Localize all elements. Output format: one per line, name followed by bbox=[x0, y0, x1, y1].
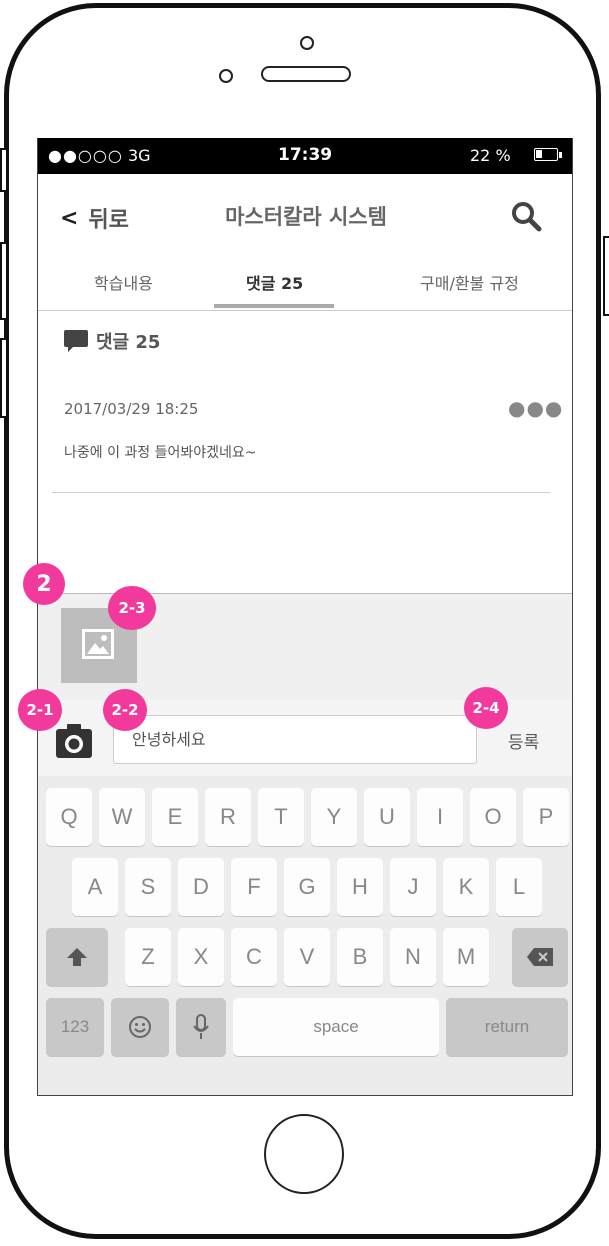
key-i[interactable]: I bbox=[417, 788, 463, 846]
front-camera bbox=[300, 36, 314, 50]
side-button-volume-down bbox=[0, 338, 8, 418]
key-v[interactable]: V bbox=[284, 928, 330, 986]
key-j[interactable]: J bbox=[390, 858, 436, 916]
key-c[interactable]: C bbox=[231, 928, 277, 986]
key-k[interactable]: K bbox=[443, 858, 489, 916]
key-n[interactable]: N bbox=[390, 928, 436, 986]
signal-strength: ●●○○○ bbox=[48, 146, 123, 165]
key-o[interactable]: O bbox=[470, 788, 516, 846]
backspace-icon bbox=[527, 948, 553, 966]
key-g[interactable]: G bbox=[284, 858, 330, 916]
key-y[interactable]: Y bbox=[311, 788, 357, 846]
key-f[interactable]: F bbox=[231, 858, 277, 916]
comment-input[interactable]: 안녕하세요 bbox=[113, 715, 477, 764]
emoji-icon bbox=[129, 1016, 151, 1038]
side-button-mute bbox=[0, 148, 8, 192]
key-u[interactable]: U bbox=[364, 788, 410, 846]
key-e[interactable]: E bbox=[152, 788, 198, 846]
key-d[interactable]: D bbox=[178, 858, 224, 916]
divider bbox=[52, 492, 550, 493]
key-p[interactable]: P bbox=[523, 788, 569, 846]
more-options-icon[interactable]: ●●● bbox=[508, 396, 563, 420]
search-icon[interactable] bbox=[510, 200, 544, 234]
network-type: 3G bbox=[128, 146, 151, 165]
nav-bar: < 뒤로 마스터칼라 시스템 bbox=[38, 174, 572, 256]
annotation-marker-2: 2 bbox=[23, 563, 65, 605]
page-title: 마스터칼라 시스템 bbox=[225, 205, 387, 229]
key-w[interactable]: W bbox=[99, 788, 145, 846]
backspace-key[interactable] bbox=[512, 928, 568, 986]
space-key[interactable]: space bbox=[233, 998, 439, 1056]
key-a[interactable]: A bbox=[72, 858, 118, 916]
return-key[interactable]: return bbox=[446, 998, 568, 1056]
key-r[interactable]: R bbox=[205, 788, 251, 846]
tab-bar: 학습내용 댓글 25 구매/환불 규정 bbox=[38, 256, 572, 311]
key-s[interactable]: S bbox=[125, 858, 171, 916]
battery-tip bbox=[559, 152, 562, 158]
tab-learning-content[interactable]: 학습내용 bbox=[94, 270, 153, 294]
battery-icon bbox=[534, 148, 558, 161]
shift-key[interactable] bbox=[46, 928, 108, 986]
comment-date: 2017/03/29 18:25 bbox=[64, 400, 199, 418]
shift-icon bbox=[67, 948, 87, 966]
camera-icon[interactable] bbox=[56, 724, 92, 758]
active-tab-indicator bbox=[214, 304, 334, 308]
image-icon bbox=[82, 629, 114, 659]
annotation-marker-2-3: 2-3 bbox=[108, 586, 156, 630]
home-button[interactable] bbox=[264, 1114, 344, 1194]
annotation-marker-2-1: 2-1 bbox=[18, 689, 62, 731]
status-bar: ●●○○○ 3G 17:39 22 % bbox=[38, 138, 572, 174]
side-button-volume-up bbox=[0, 242, 8, 320]
emoji-key[interactable] bbox=[111, 998, 169, 1056]
submit-button[interactable]: 등록 bbox=[508, 728, 539, 753]
key-x[interactable]: X bbox=[178, 928, 224, 986]
comment-text: 나중에 이 과정 들어봐야겠네요~ bbox=[64, 445, 257, 461]
key-l[interactable]: L bbox=[496, 858, 542, 916]
comments-header: 댓글 25 bbox=[64, 328, 160, 354]
microphone-icon bbox=[193, 1014, 209, 1039]
battery-percent: 22 % bbox=[470, 146, 511, 165]
key-t[interactable]: T bbox=[258, 788, 304, 846]
earpiece-speaker bbox=[261, 66, 351, 82]
microphone-key[interactable] bbox=[176, 998, 226, 1056]
numbers-key[interactable]: 123 bbox=[46, 998, 104, 1056]
clock: 17:39 bbox=[278, 145, 333, 165]
proximity-sensor bbox=[219, 69, 233, 83]
key-m[interactable]: M bbox=[443, 928, 489, 986]
side-button-power bbox=[603, 236, 609, 316]
comment-bubble-icon bbox=[64, 330, 88, 352]
annotation-marker-2-4: 2-4 bbox=[464, 687, 508, 729]
key-q[interactable]: Q bbox=[46, 788, 92, 846]
key-b[interactable]: B bbox=[337, 928, 383, 986]
tab-comments[interactable]: 댓글 25 bbox=[246, 270, 303, 294]
key-h[interactable]: H bbox=[337, 858, 383, 916]
annotation-marker-2-2: 2-2 bbox=[103, 689, 147, 731]
tab-purchase-refund-policy[interactable]: 구매/환불 규정 bbox=[420, 270, 519, 294]
keyboard: Q W E R T Y U I O P A S D F G H J K L Z … bbox=[38, 776, 572, 1095]
key-z[interactable]: Z bbox=[125, 928, 171, 986]
comments-header-label: 댓글 25 bbox=[96, 332, 161, 353]
